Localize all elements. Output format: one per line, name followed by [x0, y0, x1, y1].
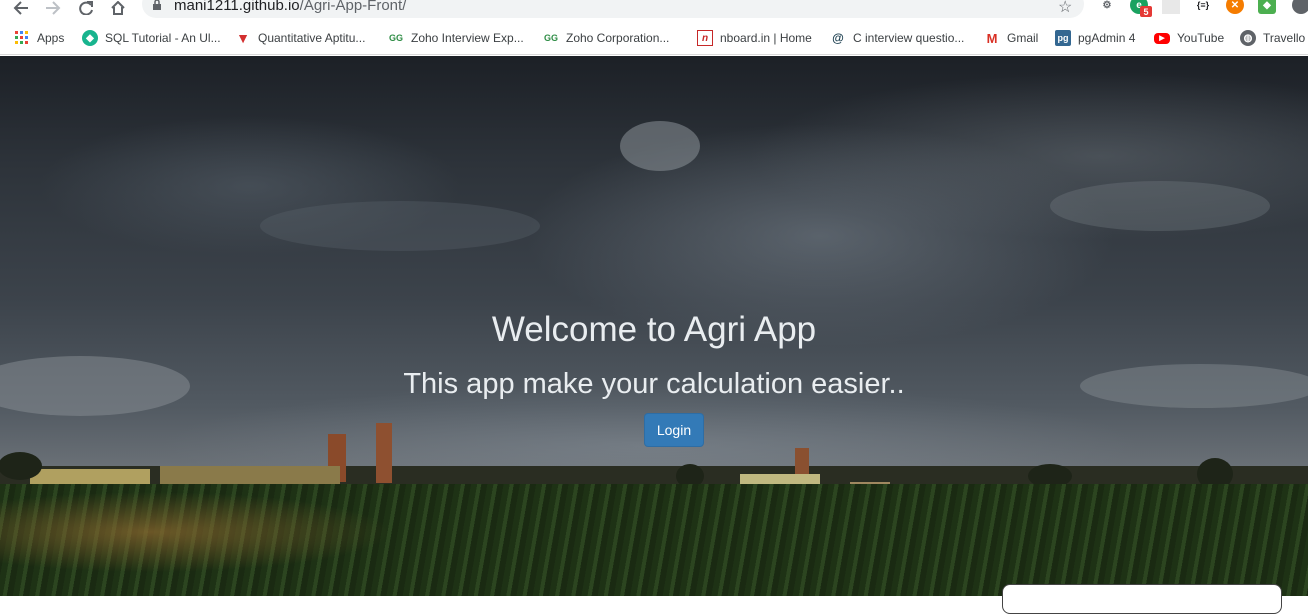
- bookmark-travello[interactable]: ◍ Travello: [1240, 28, 1305, 48]
- bookmark-label: Apps: [37, 31, 65, 45]
- bookmark-zoho-corporation[interactable]: GG Zoho Corporation...: [543, 28, 669, 48]
- home-icon[interactable]: [107, 0, 129, 16]
- globe-icon: ◍: [1240, 30, 1256, 46]
- gfg-icon: GG: [388, 33, 403, 43]
- pgadmin-icon: pg: [1055, 30, 1071, 46]
- bookmark-c-interview[interactable]: @ C interview questio...: [830, 28, 964, 48]
- apps-grid-icon: [14, 30, 30, 46]
- reload-icon[interactable]: [75, 0, 97, 16]
- bookmark-quantitative[interactable]: ▼ Quantitative Aptitu...: [235, 28, 365, 48]
- bookmark-label: Zoho Interview Exp...: [411, 31, 524, 45]
- forward-icon[interactable]: [42, 0, 64, 16]
- bookmark-apps[interactable]: Apps: [14, 28, 64, 48]
- bookmark-youtube[interactable]: ▶ YouTube: [1154, 28, 1224, 48]
- extension-green-icon[interactable]: ◆: [1258, 0, 1276, 14]
- bookmark-label: Travello: [1263, 31, 1306, 45]
- bookmark-star-icon[interactable]: ☆: [1058, 0, 1072, 17]
- field-sunlight: [0, 492, 520, 582]
- bookmark-label: Quantitative Aptitu...: [258, 31, 366, 45]
- nboard-icon: n: [697, 30, 713, 46]
- extension-bike-icon[interactable]: ⚙: [1098, 0, 1116, 14]
- login-button[interactable]: Login: [644, 413, 704, 447]
- sql-tutorial-icon: ◆: [82, 30, 98, 46]
- bookmark-label: SQL Tutorial - An Ul...: [105, 31, 221, 45]
- browser-toolbar: mani1211.github.io/Agri-App-Front/ ☆ ⚙ e…: [0, 0, 1308, 20]
- hero-banner: Welcome to Agri App This app make your c…: [0, 56, 1308, 596]
- extension-json-icon[interactable]: {≡}: [1194, 0, 1212, 14]
- lock-icon: [152, 0, 162, 16]
- bookmarks-bar: Apps ◆ SQL Tutorial - An Ul... ▼ Quantit…: [0, 20, 1308, 55]
- quantitative-icon: ▼: [236, 30, 250, 46]
- back-icon[interactable]: [10, 0, 32, 16]
- extension-badge: 5: [1140, 6, 1152, 17]
- bookmark-label: pgAdmin 4: [1078, 31, 1136, 45]
- c-interview-icon: @: [832, 31, 844, 45]
- bookmark-gmail[interactable]: M Gmail: [984, 28, 1039, 48]
- bookmark-label: Zoho Corporation...: [566, 31, 670, 45]
- bookmark-sql-tutorial[interactable]: ◆ SQL Tutorial - An Ul...: [82, 28, 221, 48]
- bookmark-label: Gmail: [1007, 31, 1039, 45]
- profile-avatar[interactable]: [1292, 0, 1308, 14]
- hero-subtitle: This app make your calculation easier..: [403, 368, 905, 400]
- address-url[interactable]: mani1211.github.io/Agri-App-Front/: [174, 0, 406, 14]
- youtube-icon: ▶: [1154, 32, 1170, 44]
- extension-orange-icon[interactable]: ✕: [1226, 0, 1244, 14]
- hero-title: Welcome to Agri App: [491, 310, 817, 349]
- gmail-icon: M: [986, 30, 998, 46]
- bookmark-zoho-interview[interactable]: GG Zoho Interview Exp...: [388, 28, 524, 48]
- gfg-icon: GG: [543, 33, 558, 43]
- bookmark-label: nboard.in | Home: [720, 31, 812, 45]
- bookmark-nboard[interactable]: n nboard.in | Home: [697, 28, 812, 48]
- extension-blank-icon[interactable]: [1162, 0, 1180, 14]
- floating-widget[interactable]: [1002, 584, 1282, 614]
- bookmark-label: C interview questio...: [853, 31, 965, 45]
- bookmark-pgadmin[interactable]: pg pgAdmin 4: [1055, 28, 1135, 48]
- bookmark-label: YouTube: [1177, 31, 1225, 45]
